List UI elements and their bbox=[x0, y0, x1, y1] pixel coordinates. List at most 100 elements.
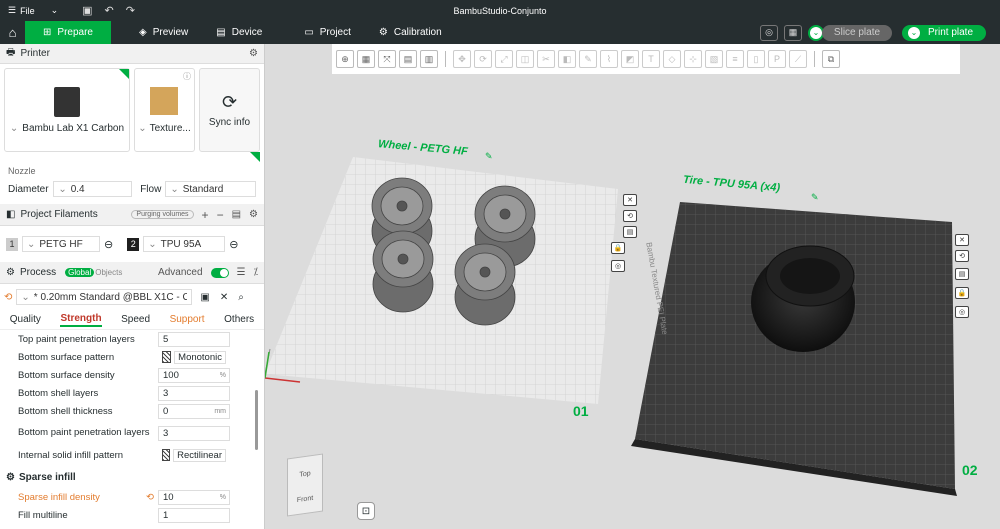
multi-device-icon[interactable]: ▦ bbox=[784, 24, 802, 41]
scrollbar[interactable] bbox=[255, 390, 258, 450]
search-icon[interactable]: ⌕ bbox=[238, 292, 244, 303]
process-preset-select[interactable]: ⌄ * 0.20mm Standard @BBL X1C - C... bbox=[16, 289, 193, 305]
setting-input[interactable]: ⟲3 bbox=[158, 385, 230, 401]
minus-circle-icon[interactable]: ⊖ bbox=[229, 238, 238, 251]
arrange-icon[interactable]: ▤ bbox=[399, 50, 417, 68]
slice-plate-button[interactable]: Slice plate bbox=[822, 24, 892, 41]
edit-icon[interactable]: ✎ bbox=[485, 151, 493, 162]
save-icon[interactable]: ▣ bbox=[200, 292, 209, 303]
setting-input[interactable]: 100% bbox=[158, 367, 230, 383]
printer-card[interactable]: ⌄ Bambu Lab X1 Carbon bbox=[4, 68, 130, 152]
tab-speed[interactable]: Speed bbox=[121, 314, 150, 325]
spiral-icon[interactable]: ◎ bbox=[760, 24, 778, 41]
filament-select[interactable]: ⌄ TPU 95A bbox=[143, 236, 226, 252]
close-plate-icon[interactable]: ✕ bbox=[955, 234, 969, 246]
filament-select[interactable]: ⌄ PETG HF bbox=[22, 236, 100, 252]
advanced-switch[interactable] bbox=[210, 267, 229, 278]
add-object-icon[interactable]: ⊕ bbox=[336, 50, 354, 68]
reset-icon[interactable]: ⟲ bbox=[146, 492, 158, 503]
file-menu[interactable]: ☰ File ⌄ bbox=[0, 5, 58, 16]
seam-paint-icon[interactable]: ⌇ bbox=[600, 50, 618, 68]
global-toggle[interactable]: Global bbox=[65, 268, 95, 277]
infill-icon: ⚙ bbox=[6, 471, 15, 483]
edit-icon[interactable]: ✎ bbox=[811, 192, 819, 203]
setting-input[interactable]: 1 bbox=[158, 507, 230, 523]
setting-select[interactable]: Rectilinear bbox=[158, 448, 230, 463]
purging-volumes-button[interactable]: Purging volumes bbox=[131, 210, 194, 219]
add-plate-icon[interactable]: ▦ bbox=[357, 50, 375, 68]
arrange-icon[interactable]: ▤ bbox=[623, 226, 637, 238]
brim-ears-icon[interactable]: ⟋ bbox=[789, 50, 807, 68]
3d-viewport[interactable]: Wheel - PETG HF ✎ 01 Tire - TPU 95A (x4)… bbox=[265, 44, 1000, 529]
reset-icon[interactable]: ⟲ bbox=[4, 292, 12, 303]
setting-input[interactable]: 5 bbox=[158, 331, 230, 347]
split-icon[interactable]: ▥ bbox=[420, 50, 438, 68]
remove-icon[interactable]: − bbox=[217, 208, 224, 222]
tab-preview[interactable]: ◈ Preview bbox=[125, 21, 202, 44]
scale-icon[interactable]: ⤢ bbox=[495, 50, 513, 68]
assembly-icon[interactable]: ▧ bbox=[705, 50, 723, 68]
setting-input[interactable]: 10% bbox=[158, 489, 230, 505]
tab-others[interactable]: Others bbox=[224, 314, 254, 325]
lock-icon[interactable]: 🔒 bbox=[955, 287, 969, 299]
lock-icon[interactable]: 🔒 bbox=[611, 242, 625, 254]
rotate-icon[interactable]: ⟳ bbox=[474, 50, 492, 68]
color-paint-icon[interactable]: ◩ bbox=[621, 50, 639, 68]
plate-settings-icon[interactable]: ◎ bbox=[955, 306, 969, 318]
view-cube-top[interactable]: Top bbox=[288, 469, 322, 481]
boolean-icon[interactable]: ◧ bbox=[558, 50, 576, 68]
arrange-icon[interactable]: ▤ bbox=[955, 268, 969, 280]
tab-quality[interactable]: Quality bbox=[10, 314, 41, 325]
variable-layer-icon[interactable]: ▯ bbox=[747, 50, 765, 68]
tab-project[interactable]: ▭ Project bbox=[290, 21, 365, 44]
gear-icon[interactable]: ⚙ bbox=[249, 209, 258, 220]
info-icon[interactable]: ⓘ bbox=[183, 71, 191, 82]
home-icon[interactable]: ⌂ bbox=[0, 21, 25, 44]
measure-icon[interactable]: ⊹ bbox=[684, 50, 702, 68]
support-paint-icon[interactable]: ✎ bbox=[579, 50, 597, 68]
svg-icon[interactable]: ◇ bbox=[663, 50, 681, 68]
sync-info-button[interactable]: ⟳ Sync info bbox=[198, 68, 261, 152]
orient-icon[interactable]: ⟲ bbox=[955, 250, 969, 262]
orient-icon[interactable]: ⟲ bbox=[623, 210, 637, 222]
diameter-select[interactable]: ⌄ 0.4 bbox=[53, 181, 133, 197]
sync-ams-icon[interactable]: ▤ bbox=[232, 209, 241, 220]
list-icon[interactable]: ☰ bbox=[237, 267, 246, 278]
minus-circle-icon[interactable]: ⊖ bbox=[104, 238, 113, 251]
setting-row: Bottom surface density 100% bbox=[0, 366, 264, 384]
tab-strength[interactable]: Strength bbox=[60, 313, 102, 327]
redo-icon[interactable]: ↷ bbox=[126, 4, 135, 17]
gear-icon[interactable]: ⚙ bbox=[249, 48, 258, 59]
plate-settings-icon[interactable]: ◎ bbox=[611, 260, 625, 272]
setting-select[interactable]: Monotonic bbox=[158, 350, 230, 365]
view-cube-front[interactable]: Front bbox=[288, 494, 322, 506]
compare-icon[interactable]: ⁒ bbox=[254, 267, 259, 278]
move-icon[interactable]: ✥ bbox=[453, 50, 471, 68]
lay-on-face-icon[interactable]: ◫ bbox=[516, 50, 534, 68]
add-icon[interactable]: + bbox=[202, 208, 209, 222]
setting-input[interactable]: 3 bbox=[158, 425, 230, 441]
chevron-down-icon: ⌄ bbox=[58, 183, 67, 195]
tab-device[interactable]: ▤ Device bbox=[202, 21, 276, 44]
plate-card[interactable]: ⓘ ⌄ Texture... bbox=[133, 68, 195, 152]
objects-toggle[interactable]: Objects bbox=[95, 268, 122, 277]
zoom-to-fit-icon[interactable]: ⊡ bbox=[357, 502, 375, 520]
undo-icon[interactable]: ↶ bbox=[105, 4, 114, 17]
tab-calibration[interactable]: ⚙ Calibration bbox=[365, 21, 456, 44]
plate-settings-icon[interactable]: P bbox=[768, 50, 786, 68]
tab-prepare[interactable]: ⊞ Prepare bbox=[25, 21, 111, 44]
tab-support[interactable]: Support bbox=[170, 314, 205, 325]
close-plate-icon[interactable]: ✕ bbox=[623, 194, 637, 206]
cut-icon[interactable]: ✂ bbox=[537, 50, 555, 68]
view-cube[interactable]: Top Front bbox=[287, 453, 323, 517]
assembly-view-icon[interactable]: ⧉ bbox=[822, 50, 840, 68]
auto-orient-icon[interactable]: ⤧ bbox=[378, 50, 396, 68]
layers-icon[interactable]: ≡ bbox=[726, 50, 744, 68]
close-icon[interactable]: ✕ bbox=[220, 292, 228, 303]
text-icon[interactable]: T bbox=[642, 50, 660, 68]
setting-input[interactable]: 0 mm bbox=[158, 403, 230, 419]
flow-select[interactable]: ⌄ Standard bbox=[165, 181, 256, 197]
setting-row: Bottom surface pattern Monotonic bbox=[0, 348, 264, 366]
print-plate-button[interactable]: ⌄ Print plate bbox=[902, 24, 986, 41]
save-icon[interactable]: ▣ bbox=[82, 4, 92, 17]
